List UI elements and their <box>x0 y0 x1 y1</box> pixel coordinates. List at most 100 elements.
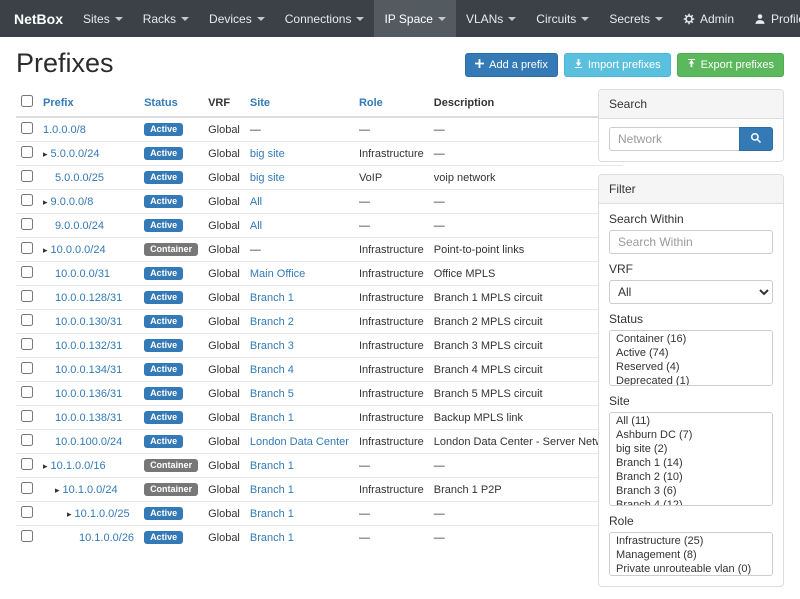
column-header-site[interactable]: Site <box>245 89 354 117</box>
filter-option[interactable]: All (11) <box>610 414 772 428</box>
site-link[interactable]: Branch 1 <box>250 484 294 496</box>
prefix-link[interactable]: 10.1.0.0/25 <box>75 508 130 520</box>
filter-option[interactable]: Container (16) <box>610 332 772 346</box>
prefix-link[interactable]: 10.0.0.0/31 <box>55 268 110 280</box>
site-link[interactable]: big site <box>250 172 285 184</box>
row-checkbox[interactable] <box>21 266 33 278</box>
site-link[interactable]: London Data Center <box>250 436 349 448</box>
nav-item-connections[interactable]: Connections <box>275 0 375 37</box>
row-checkbox[interactable] <box>21 314 33 326</box>
nav-item-secrets[interactable]: Secrets <box>599 0 673 37</box>
row-checkbox[interactable] <box>21 506 33 518</box>
site-link[interactable]: Branch 1 <box>250 412 294 424</box>
row-checkbox[interactable] <box>21 146 33 158</box>
search-input[interactable] <box>609 127 739 151</box>
prefix-link[interactable]: 10.1.0.0/16 <box>51 460 106 472</box>
prefix-link[interactable]: 10.0.100.0/24 <box>55 436 122 448</box>
prefix-link[interactable]: 10.0.0.128/31 <box>55 292 122 304</box>
prefix-link[interactable]: 10.0.0.132/31 <box>55 340 122 352</box>
filter-option[interactable]: Deprecated (1) <box>610 374 772 386</box>
row-checkbox[interactable] <box>21 530 33 542</box>
site-link[interactable]: Branch 1 <box>250 292 294 304</box>
filter-option[interactable]: big site (2) <box>610 442 772 456</box>
status-filter-listbox[interactable]: Container (16)Active (74)Reserved (4)Dep… <box>609 330 773 386</box>
filter-option[interactable]: Branch 3 (6) <box>610 484 772 498</box>
site-link[interactable]: Branch 1 <box>250 460 294 472</box>
row-checkbox[interactable] <box>21 170 33 182</box>
nav-item-admin[interactable]: Admin <box>673 0 744 37</box>
prefix-link[interactable]: 10.0.0.0/24 <box>51 244 106 256</box>
filter-option[interactable]: Branch 1 (14) <box>610 456 772 470</box>
brand-link[interactable]: NetBox <box>10 0 73 37</box>
description-cell: Point-to-point links <box>429 238 624 262</box>
prefix-link[interactable]: 5.0.0.0/24 <box>51 148 100 160</box>
row-checkbox[interactable] <box>21 338 33 350</box>
filter-option[interactable]: Private unrouteable vlan (0) <box>610 562 772 576</box>
import-prefixes-button[interactable]: Import prefixes <box>564 53 671 77</box>
column-header-role[interactable]: Role <box>354 89 429 117</box>
nav-item-circuits[interactable]: Circuits <box>526 0 599 37</box>
site-link[interactable]: Branch 5 <box>250 388 294 400</box>
nav-item-profile[interactable]: Profile <box>744 0 800 37</box>
nav-label: Devices <box>209 12 252 26</box>
row-checkbox[interactable] <box>21 482 33 494</box>
search-within-input[interactable] <box>609 230 773 254</box>
prefix-link[interactable]: 5.0.0.0/25 <box>55 172 104 184</box>
export-prefixes-button[interactable]: Export prefixes <box>677 53 784 77</box>
nav-item-racks[interactable]: Racks <box>133 0 199 37</box>
site-link[interactable]: All <box>250 220 262 232</box>
row-checkbox[interactable] <box>21 362 33 374</box>
column-header-status[interactable]: Status <box>139 89 203 117</box>
site-link[interactable]: All <box>250 196 262 208</box>
prefix-link[interactable]: 10.1.0.0/26 <box>79 532 134 544</box>
button-label: Import prefixes <box>588 59 661 71</box>
row-checkbox[interactable] <box>21 458 33 470</box>
filter-option[interactable]: Branch 2 (10) <box>610 470 772 484</box>
nav-item-sites[interactable]: Sites <box>73 0 133 37</box>
prefix-link[interactable]: 10.0.0.134/31 <box>55 364 122 376</box>
vrf-cell: Global <box>203 502 245 526</box>
status-cell: Active <box>139 502 203 526</box>
row-checkbox[interactable] <box>21 434 33 446</box>
row-checkbox[interactable] <box>21 122 33 134</box>
prefix-link[interactable]: 10.0.0.136/31 <box>55 388 122 400</box>
filter-option[interactable]: Branch 4 (12) <box>610 498 772 506</box>
row-checkbox[interactable] <box>21 410 33 422</box>
prefix-link[interactable]: 9.0.0.0/24 <box>55 220 104 232</box>
filter-option[interactable]: Active (74) <box>610 346 772 360</box>
filter-option[interactable]: Reserved (4) <box>610 360 772 374</box>
prefix-link[interactable]: 1.0.0.0/8 <box>43 124 86 136</box>
row-checkbox[interactable] <box>21 386 33 398</box>
row-checkbox[interactable] <box>21 290 33 302</box>
role-filter-listbox[interactable]: Infrastructure (25)Management (8)Private… <box>609 532 773 576</box>
site-link[interactable]: Main Office <box>250 268 305 280</box>
row-checkbox[interactable] <box>21 242 33 254</box>
site-link[interactable]: Branch 1 <box>250 508 294 520</box>
filter-option[interactable]: Management (8) <box>610 548 772 562</box>
add-prefix-button[interactable]: Add a prefix <box>465 53 558 77</box>
row-checkbox[interactable] <box>21 194 33 206</box>
search-button[interactable] <box>739 127 773 151</box>
nav-item-vlans[interactable]: VLANs <box>456 0 526 37</box>
chevron-down-icon <box>181 17 189 21</box>
site-link[interactable]: Branch 1 <box>250 532 294 544</box>
prefix-link[interactable]: 10.1.0.0/24 <box>63 484 118 496</box>
prefix-link[interactable]: 9.0.0.0/8 <box>51 196 94 208</box>
vrf-cell: Global <box>203 382 245 406</box>
vrf-select[interactable]: All <box>609 280 773 304</box>
select-all-checkbox[interactable] <box>21 95 33 107</box>
site-link[interactable]: big site <box>250 148 285 160</box>
nav-item-devices[interactable]: Devices <box>199 0 275 37</box>
site-link[interactable]: Branch 2 <box>250 316 294 328</box>
nav-item-ip-space[interactable]: IP Space <box>374 0 455 37</box>
site-link[interactable]: Branch 4 <box>250 364 294 376</box>
prefix-link[interactable]: 10.0.0.138/31 <box>55 412 122 424</box>
column-header-prefix[interactable]: Prefix <box>38 89 139 117</box>
row-checkbox[interactable] <box>21 218 33 230</box>
filter-option[interactable]: Infrastructure (25) <box>610 534 772 548</box>
prefix-link[interactable]: 10.0.0.130/31 <box>55 316 122 328</box>
filter-option[interactable]: Ashburn DC (7) <box>610 428 772 442</box>
site-link[interactable]: Branch 3 <box>250 340 294 352</box>
status-cell: Active <box>139 310 203 334</box>
site-filter-listbox[interactable]: All (11)Ashburn DC (7)big site (2)Branch… <box>609 412 773 506</box>
